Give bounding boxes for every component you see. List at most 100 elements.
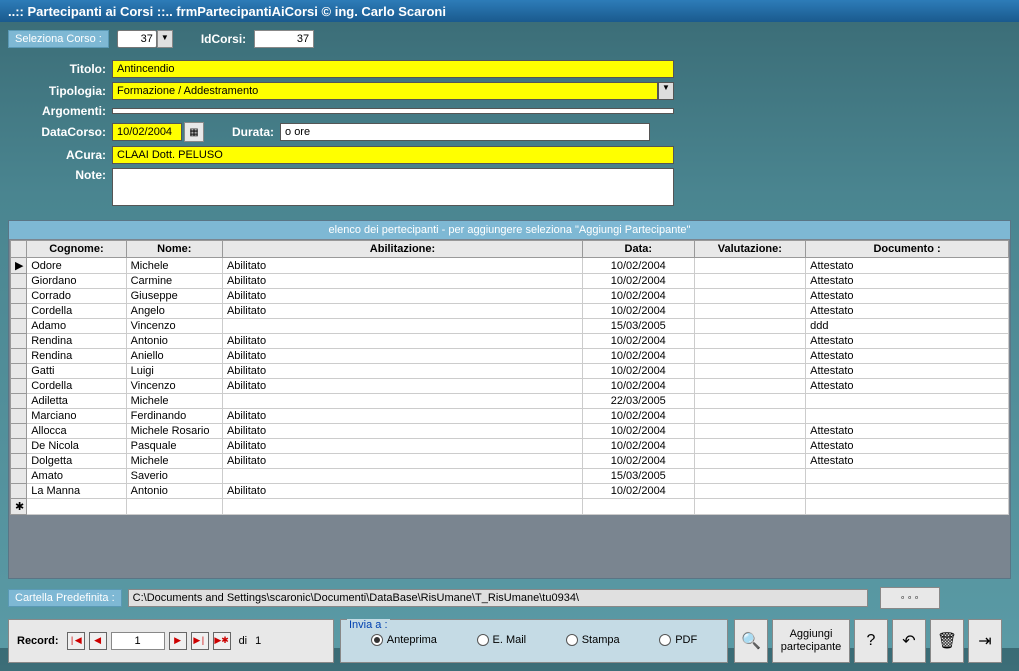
invia-option-anteprima[interactable]: Anteprima (371, 634, 437, 646)
row-selector[interactable] (11, 454, 27, 469)
row-selector[interactable] (11, 409, 27, 424)
cell-abilitazione[interactable]: Abilitato (222, 409, 582, 424)
cell-cognome[interactable]: Adiletta (27, 394, 126, 409)
row-selector[interactable]: ▶ (11, 258, 27, 274)
table-row[interactable]: CordellaAngeloAbilitato10/02/2004Attesta… (11, 304, 1009, 319)
cell-data[interactable]: 22/03/2005 (583, 394, 695, 409)
cell-valutazione[interactable] (694, 454, 806, 469)
cell-valutazione[interactable] (694, 439, 806, 454)
cell-cognome[interactable]: Cordella (27, 379, 126, 394)
row-selector[interactable] (11, 379, 27, 394)
table-row[interactable]: AmatoSaverio 15/03/2005 (11, 469, 1009, 484)
table-row[interactable]: GattiLuigiAbilitato10/02/2004Attestato (11, 364, 1009, 379)
row-selector[interactable] (11, 304, 27, 319)
cell-cognome[interactable]: Amato (27, 469, 126, 484)
cell-cognome[interactable]: Rendina (27, 349, 126, 364)
table-row[interactable]: RendinaAntonioAbilitato10/02/2004Attesta… (11, 334, 1009, 349)
cell-documento[interactable] (806, 394, 1009, 409)
table-row[interactable]: De NicolaPasqualeAbilitato10/02/2004Atte… (11, 439, 1009, 454)
cell-data[interactable]: 15/03/2005 (583, 469, 695, 484)
cell-data[interactable]: 15/03/2005 (583, 319, 695, 334)
table-row[interactable]: La MannaAntonioAbilitato10/02/2004 (11, 484, 1009, 499)
path-field[interactable]: C:\Documents and Settings\scaronic\Docum… (128, 589, 868, 607)
col-documento-header[interactable]: Documento : (806, 241, 1009, 258)
cell-valutazione[interactable] (694, 469, 806, 484)
cell-documento[interactable]: Attestato (806, 424, 1009, 439)
cell-documento[interactable] (806, 484, 1009, 499)
cell-data[interactable]: 10/02/2004 (583, 454, 695, 469)
row-selector[interactable] (11, 319, 27, 334)
col-nome-header[interactable]: Nome: (126, 241, 222, 258)
cell-nome[interactable]: Aniello (126, 349, 222, 364)
seleziona-corso-dropdown[interactable]: ▼ (157, 30, 173, 48)
cell-valutazione[interactable] (694, 349, 806, 364)
cell-data[interactable]: 10/02/2004 (583, 304, 695, 319)
cell-cognome[interactable]: Giordano (27, 274, 126, 289)
cell-nome[interactable]: Vincenzo (126, 319, 222, 334)
cell-cognome[interactable]: De Nicola (27, 439, 126, 454)
new-row-marker[interactable]: ✱ (11, 499, 27, 515)
argomenti-field[interactable] (112, 108, 674, 114)
cell-abilitazione[interactable] (222, 394, 582, 409)
cell-nome[interactable]: Saverio (126, 469, 222, 484)
cell-data[interactable]: 10/02/2004 (583, 334, 695, 349)
cell-data[interactable]: 10/02/2004 (583, 409, 695, 424)
cell-cognome[interactable]: Gatti (27, 364, 126, 379)
cell-cognome[interactable]: Odore (27, 258, 126, 274)
cell-documento[interactable] (806, 409, 1009, 424)
cell-nome[interactable]: Michele (126, 454, 222, 469)
cell-nome[interactable]: Giuseppe (126, 289, 222, 304)
new-row[interactable]: ✱ (11, 499, 1009, 515)
cell-abilitazione[interactable]: Abilitato (222, 364, 582, 379)
cell-cognome[interactable]: Marciano (27, 409, 126, 424)
seleziona-corso-input[interactable] (117, 30, 157, 48)
cell-nome[interactable]: Carmine (126, 274, 222, 289)
cell-valutazione[interactable] (694, 258, 806, 274)
col-valutazione-header[interactable]: Valutazione: (694, 241, 806, 258)
cell-nome[interactable]: Michele (126, 258, 222, 274)
cell-cognome[interactable]: La Manna (27, 484, 126, 499)
table-row[interactable]: DolgettaMicheleAbilitato10/02/2004Attest… (11, 454, 1009, 469)
cell-valutazione[interactable] (694, 364, 806, 379)
cell-documento[interactable]: Attestato (806, 334, 1009, 349)
row-selector[interactable] (11, 334, 27, 349)
cell-documento[interactable]: Attestato (806, 439, 1009, 454)
cell-nome[interactable]: Antonio (126, 484, 222, 499)
cell-documento[interactable]: Attestato (806, 454, 1009, 469)
cell-valutazione[interactable] (694, 334, 806, 349)
participants-table[interactable]: Cognome: Nome: Abilitazione: Data: Valut… (10, 240, 1009, 515)
cell-data[interactable]: 10/02/2004 (583, 424, 695, 439)
cell-abilitazione[interactable]: Abilitato (222, 334, 582, 349)
cell-data[interactable]: 10/02/2004 (583, 439, 695, 454)
row-selector[interactable] (11, 484, 27, 499)
tipologia-dropdown[interactable]: ▼ (658, 82, 674, 100)
table-row[interactable]: ▶OdoreMicheleAbilitato10/02/2004Attestat… (11, 258, 1009, 274)
cell-valutazione[interactable] (694, 289, 806, 304)
cell-nome[interactable]: Pasquale (126, 439, 222, 454)
cell-data[interactable]: 10/02/2004 (583, 484, 695, 499)
table-row[interactable]: AlloccaMichele RosarioAbilitato10/02/200… (11, 424, 1009, 439)
row-selector[interactable] (11, 469, 27, 484)
titolo-field[interactable]: Antincendio (112, 60, 674, 78)
row-selector[interactable] (11, 394, 27, 409)
cell-nome[interactable]: Vincenzo (126, 379, 222, 394)
nav-next-button[interactable]: ▶ (169, 632, 187, 650)
cell-nome[interactable]: Luigi (126, 364, 222, 379)
invia-option-pdf[interactable]: PDF (659, 634, 697, 646)
row-selector[interactable] (11, 349, 27, 364)
cell-nome[interactable]: Michele Rosario (126, 424, 222, 439)
cell-data[interactable]: 10/02/2004 (583, 258, 695, 274)
row-selector[interactable] (11, 274, 27, 289)
table-row[interactable]: RendinaAnielloAbilitato10/02/2004Attesta… (11, 349, 1009, 364)
tipologia-field[interactable]: Formazione / Addestramento (112, 82, 658, 100)
cell-cognome[interactable]: Dolgetta (27, 454, 126, 469)
row-selector[interactable] (11, 364, 27, 379)
row-selector[interactable] (11, 424, 27, 439)
nav-new-button[interactable]: ▶✱ (213, 632, 231, 650)
datacorso-field[interactable]: 10/02/2004 (112, 123, 182, 141)
col-abilitazione-header[interactable]: Abilitazione: (222, 241, 582, 258)
cell-abilitazione[interactable]: Abilitato (222, 258, 582, 274)
exit-button[interactable]: ⇥ (968, 619, 1002, 663)
cell-data[interactable]: 10/02/2004 (583, 379, 695, 394)
table-row[interactable]: MarcianoFerdinandoAbilitato10/02/2004 (11, 409, 1009, 424)
